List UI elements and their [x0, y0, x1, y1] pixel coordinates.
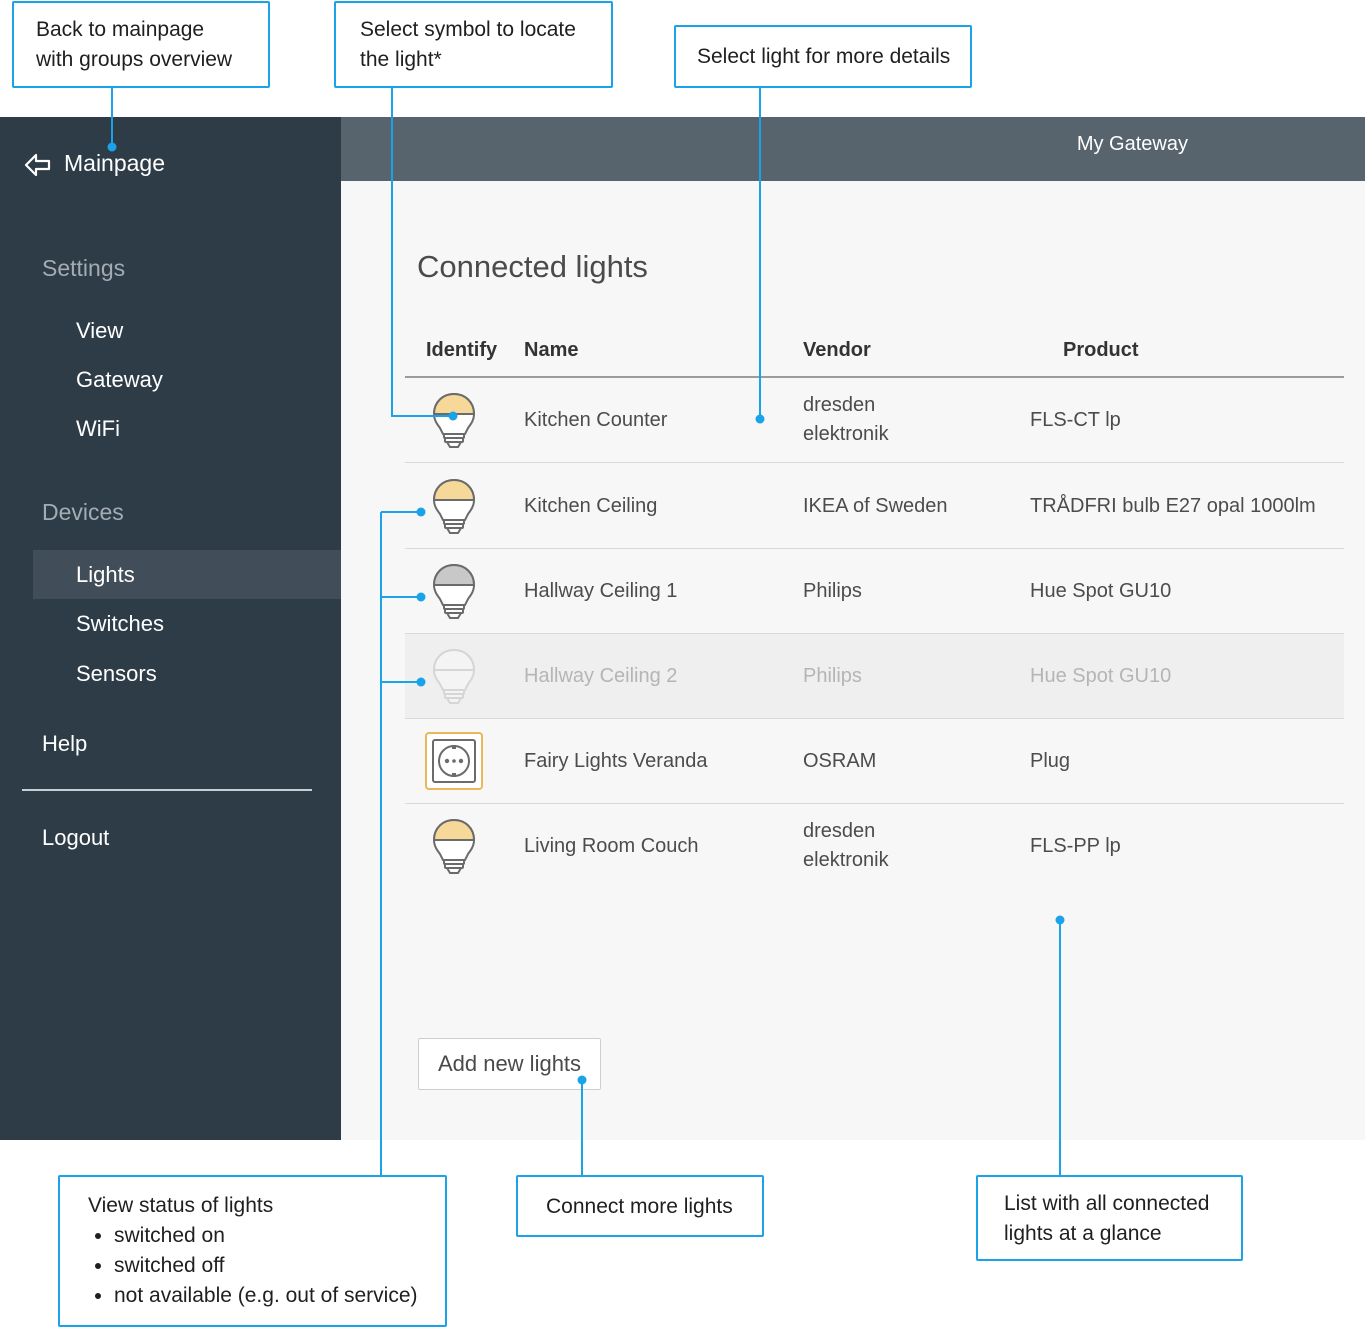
- light-product: Plug: [1030, 750, 1071, 772]
- light-row[interactable]: Living Room Couch dresden elektronik FLS…: [405, 804, 1344, 889]
- bulb-on-icon[interactable]: [425, 390, 483, 450]
- mainpage-back-link[interactable]: Mainpage: [20, 147, 220, 183]
- callout-details: Select light for more details: [674, 25, 972, 88]
- light-vendor-line1: Philips: [803, 580, 862, 602]
- callout-connect: Connect more lights: [516, 1175, 764, 1237]
- gateway-name: My Gateway: [1076, 133, 1188, 155]
- light-name: Fairy Lights Veranda: [524, 750, 708, 772]
- light-vendor-line1: Philips: [803, 665, 862, 687]
- sidebar-item-wifi[interactable]: WiFi: [76, 416, 120, 442]
- light-row[interactable]: Fairy Lights Veranda OSRAM Plug: [405, 719, 1344, 804]
- mainpage-label: Mainpage: [64, 150, 166, 176]
- devices-heading: Devices: [42, 499, 124, 525]
- light-vendor-line1: dresden: [803, 820, 876, 842]
- bulb-on-icon[interactable]: [425, 476, 483, 536]
- settings-heading: Settings: [42, 255, 126, 281]
- callout-identify: Select symbol to locate the light*: [334, 1, 613, 88]
- status-item: switched on: [114, 1221, 445, 1251]
- bulb-off-icon[interactable]: [425, 561, 483, 621]
- light-row[interactable]: Kitchen Ceiling IKEA of Sweden TRÅDFRI b…: [405, 464, 1344, 549]
- light-name: Kitchen Ceiling: [524, 495, 658, 517]
- callout-line: Select symbol to locate: [360, 18, 576, 41]
- status-list: switched on switched off not available (…: [88, 1221, 445, 1311]
- callout-list: List with all connected lights at a glan…: [976, 1175, 1243, 1261]
- main-content: Connected lights Identify Name Vendor Pr…: [341, 181, 1365, 1140]
- top-bar: My Gateway: [341, 117, 1365, 181]
- light-product: TRÅDFRI bulb E27 opal 1000lm: [1030, 495, 1316, 517]
- status-item: switched off: [114, 1251, 445, 1281]
- callout-line: List with all connected: [1004, 1192, 1210, 1215]
- light-vendor-line1: dresden: [803, 394, 876, 416]
- sidebar-item-help[interactable]: Help: [42, 731, 87, 757]
- sidebar-item-lights[interactable]: Lights: [76, 562, 135, 588]
- bulb-on-icon[interactable]: [425, 816, 483, 876]
- light-row[interactable]: Hallway Ceiling 2 Philips Hue Spot GU10: [405, 634, 1344, 719]
- column-header-vendor: Vendor: [803, 339, 871, 361]
- light-name: Hallway Ceiling 1: [524, 580, 678, 602]
- callout-line: lights at a glance: [1004, 1222, 1162, 1245]
- light-product: FLS-CT lp: [1030, 409, 1121, 431]
- column-header-name: Name: [524, 339, 579, 361]
- callout-line: Select light for more details: [697, 45, 951, 68]
- light-product: Hue Spot GU10: [1030, 665, 1172, 687]
- sidebar-item-logout[interactable]: Logout: [42, 825, 109, 851]
- back-arrow-icon: [24, 153, 51, 177]
- light-vendor-line2: elektronik: [803, 423, 889, 445]
- sidebar: Mainpage Settings View Gateway WiFi Devi…: [0, 117, 341, 1140]
- callout-line: Back to mainpage: [36, 18, 205, 41]
- sidebar-item-gateway[interactable]: Gateway: [76, 367, 163, 393]
- callout-back-to-mainpage: Back to mainpage with groups overview: [12, 1, 270, 88]
- plug-icon[interactable]: [425, 731, 483, 791]
- light-row[interactable]: Kitchen Counter dresden elektronik FLS-C…: [405, 378, 1344, 463]
- light-vendor-line2: elektronik: [803, 849, 889, 871]
- light-product: FLS-PP lp: [1030, 835, 1121, 857]
- callout-line: View status of lights: [88, 1194, 274, 1217]
- column-header-product: Product: [1063, 339, 1139, 361]
- page-title: Connected lights: [417, 249, 648, 284]
- sidebar-divider: [22, 789, 312, 791]
- sidebar-item-switches[interactable]: Switches: [76, 611, 164, 637]
- status-item: not available (e.g. out of service): [114, 1281, 445, 1311]
- light-name: Hallway Ceiling 2: [524, 665, 678, 687]
- light-name: Living Room Couch: [524, 835, 699, 857]
- light-row[interactable]: Hallway Ceiling 1 Philips Hue Spot GU10: [405, 549, 1344, 634]
- callout-line: the light*: [360, 48, 442, 71]
- light-vendor-line1: IKEA of Sweden: [803, 495, 948, 517]
- add-new-lights-button[interactable]: Add new lights: [418, 1038, 601, 1090]
- bulb-unavailable-icon[interactable]: [425, 646, 483, 706]
- callout-line: Connect more lights: [546, 1195, 733, 1218]
- sidebar-item-view[interactable]: View: [76, 318, 123, 344]
- light-product: Hue Spot GU10: [1030, 580, 1172, 602]
- column-header-identify: Identify: [426, 339, 498, 361]
- light-name: Kitchen Counter: [524, 409, 668, 431]
- callout-line: with groups overview: [36, 48, 233, 71]
- light-vendor-line1: OSRAM: [803, 750, 877, 772]
- sidebar-item-sensors[interactable]: Sensors: [76, 661, 157, 687]
- callout-status: View status of lights switched on switch…: [58, 1175, 447, 1327]
